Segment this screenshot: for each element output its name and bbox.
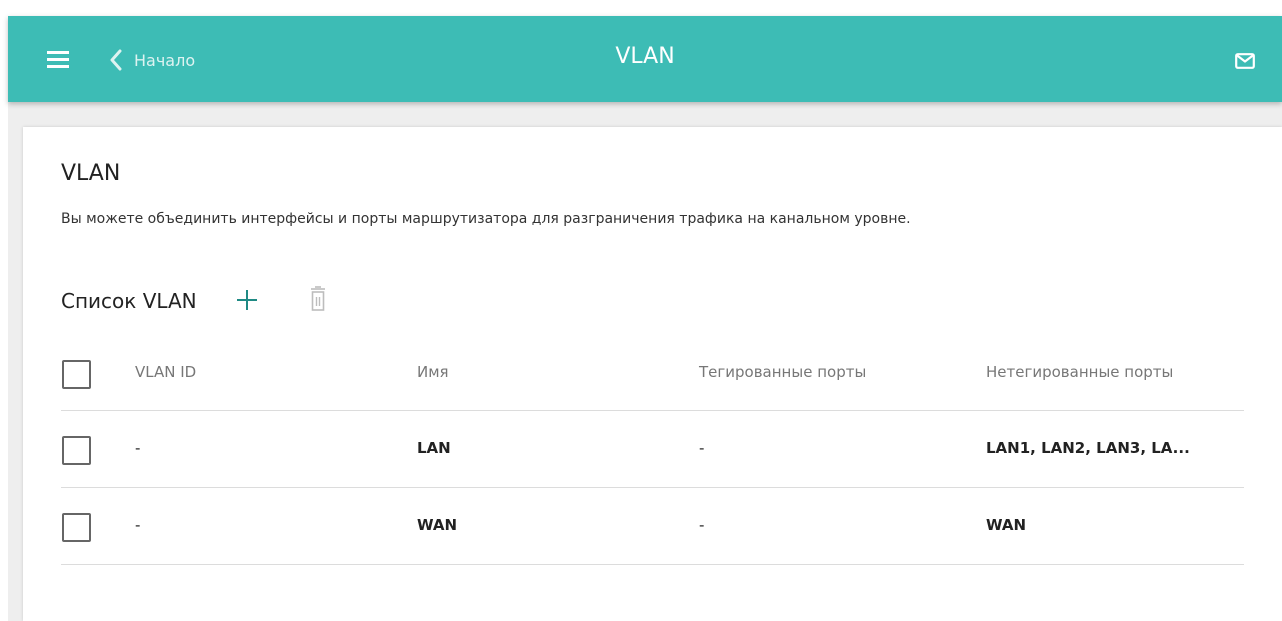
card-description: Вы можете объединить интерфейсы и порты … bbox=[61, 211, 911, 227]
vlan-table: VLAN ID Имя Тегированные порты Нетегиров… bbox=[61, 335, 1244, 565]
top-bar: Начало VLAN bbox=[8, 16, 1282, 102]
table-row[interactable]: - WAN - WAN bbox=[61, 488, 1244, 565]
table-row[interactable]: - LAN - LAN1, LAN2, LAN3, LA... bbox=[61, 411, 1244, 488]
back-link-label: Начало bbox=[134, 50, 196, 70]
card-title: VLAN bbox=[61, 161, 121, 186]
envelope-icon[interactable] bbox=[1235, 53, 1255, 69]
back-to-start-link[interactable]: Начало bbox=[109, 47, 195, 73]
tagged-ports-cell: - bbox=[699, 516, 705, 534]
vlan-name-cell: WAN bbox=[417, 516, 458, 534]
chevron-left-icon bbox=[110, 49, 122, 71]
select-all-checkbox[interactable] bbox=[62, 360, 91, 389]
row-checkbox[interactable] bbox=[62, 436, 91, 465]
page-title: VLAN bbox=[615, 44, 675, 69]
column-header-untagged-ports[interactable]: Нетегированные порты bbox=[986, 363, 1173, 381]
column-header-name[interactable]: Имя bbox=[417, 363, 449, 381]
column-header-vlan-id[interactable]: VLAN ID bbox=[135, 363, 196, 381]
vlan-name-cell: LAN bbox=[417, 439, 451, 457]
plus-icon[interactable] bbox=[236, 289, 258, 311]
table-header-row: VLAN ID Имя Тегированные порты Нетегиров… bbox=[61, 335, 1244, 411]
vlan-list-title: Список VLAN bbox=[61, 289, 197, 313]
hamburger-menu-icon[interactable] bbox=[47, 51, 69, 69]
vlan-id-cell: - bbox=[135, 439, 141, 457]
trash-icon[interactable] bbox=[309, 286, 327, 312]
row-checkbox[interactable] bbox=[62, 513, 91, 542]
vlan-card: VLAN Вы можете объединить интерфейсы и п… bbox=[23, 127, 1282, 621]
tagged-ports-cell: - bbox=[699, 439, 705, 457]
untagged-ports-cell: LAN1, LAN2, LAN3, LA... bbox=[986, 439, 1190, 457]
untagged-ports-cell: WAN bbox=[986, 516, 1027, 534]
vlan-id-cell: - bbox=[135, 516, 141, 534]
column-header-tagged-ports[interactable]: Тегированные порты bbox=[699, 363, 866, 381]
